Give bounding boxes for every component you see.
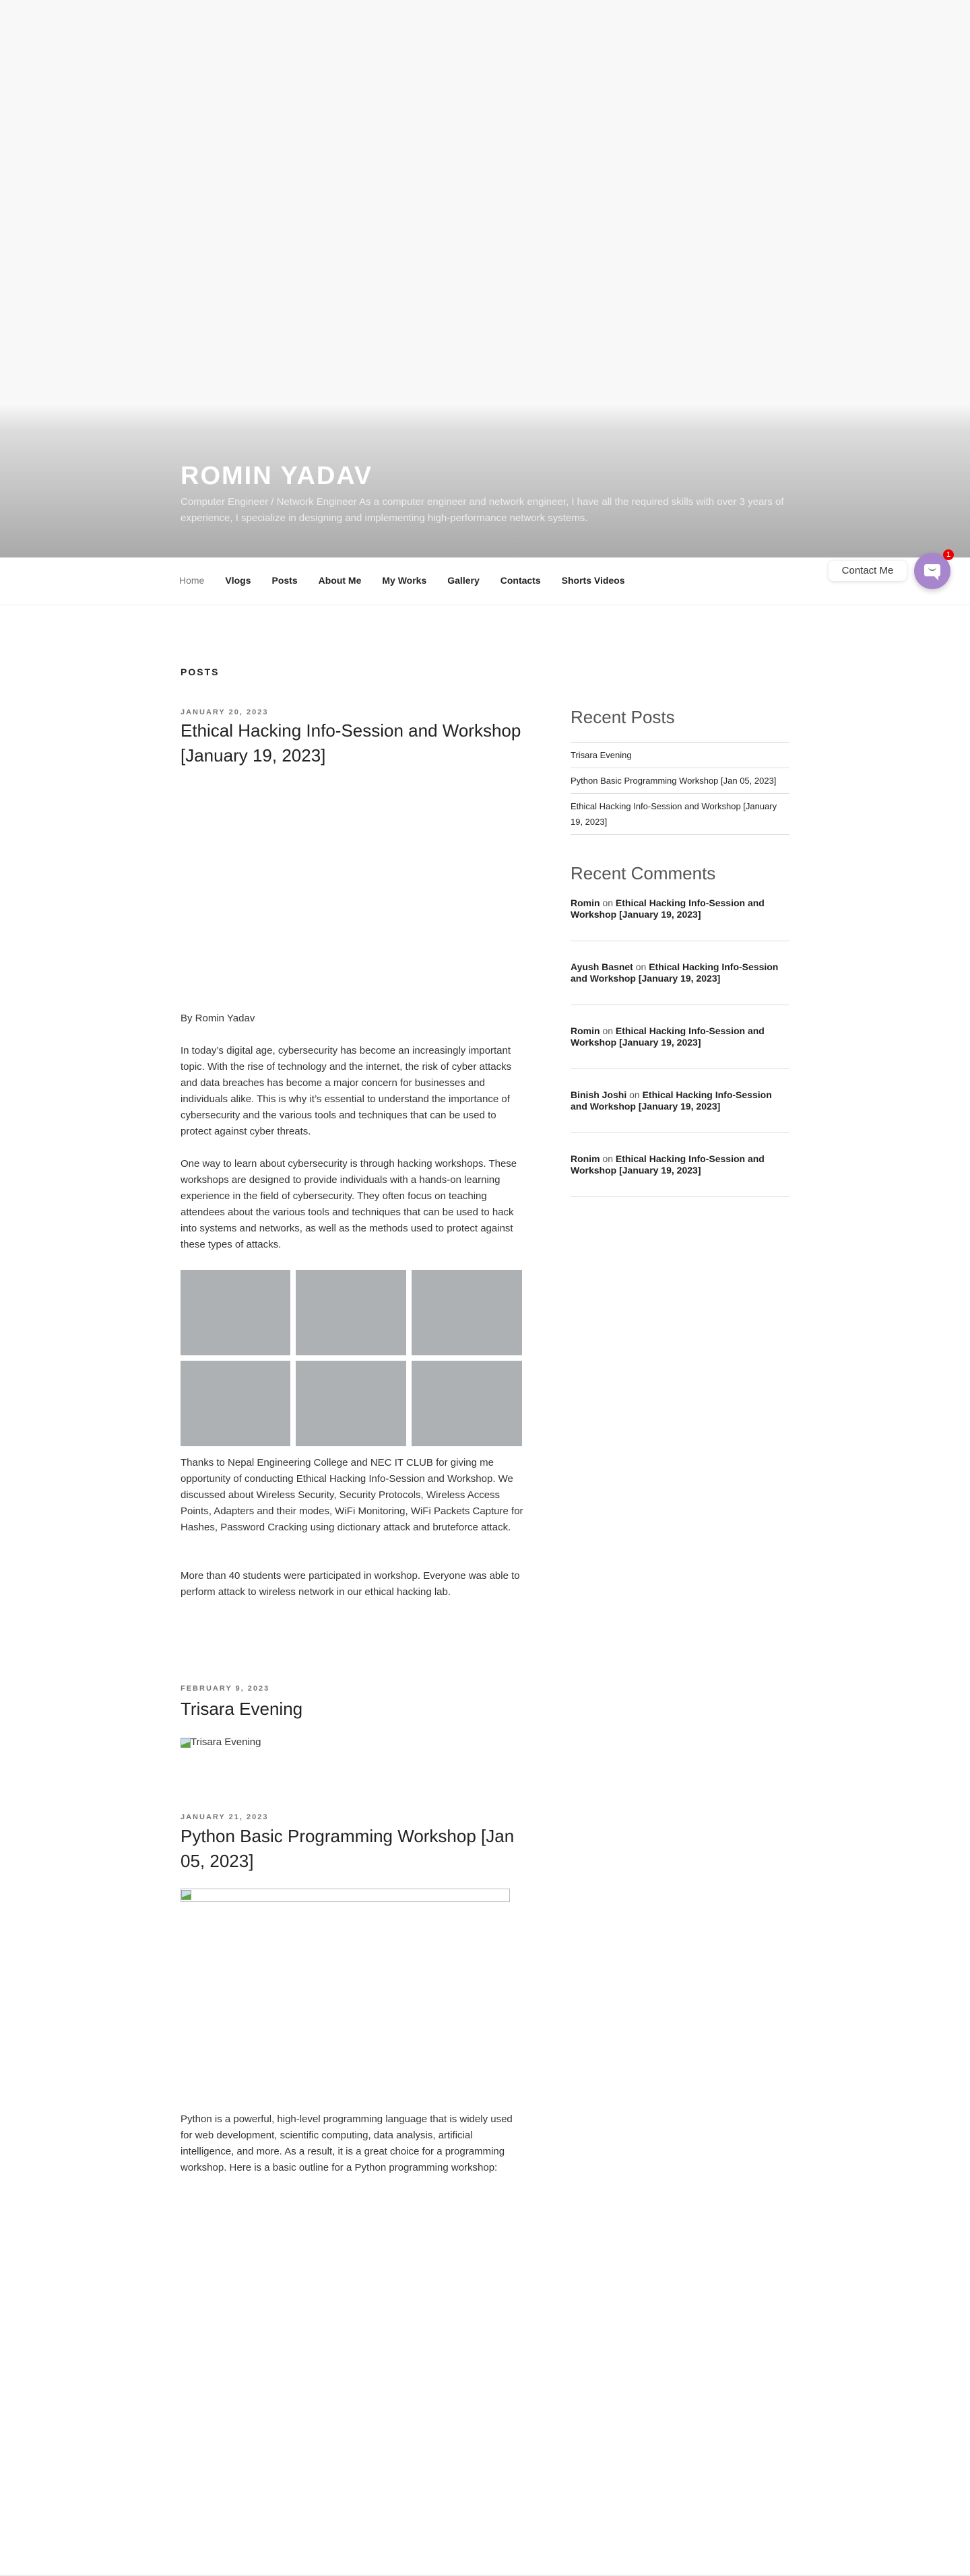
post-date[interactable]: JANUARY 21, 2023 <box>181 1813 268 1821</box>
broken-image <box>181 1889 510 1902</box>
on-text: on <box>602 1025 614 1036</box>
contact-me-label[interactable]: Contact Me <box>829 561 907 581</box>
comment-author[interactable]: Romin <box>571 897 600 908</box>
on-text: on <box>635 961 647 972</box>
post-date[interactable]: JANUARY 20, 2023 <box>181 708 268 716</box>
site-description: Computer Engineer / Network Engineer As … <box>181 496 784 524</box>
post-byline: By Romin Yadav <box>181 1013 255 1024</box>
comment-item: Romin on Ethical Hacking Info-Session an… <box>571 897 789 941</box>
comment-item: Binish Joshi on Ethical Hacking Info-Ses… <box>571 1089 789 1133</box>
gallery-image[interactable] <box>181 1361 290 1446</box>
comment-item: Ayush Basnet on Ethical Hacking Info-Ses… <box>571 961 789 1005</box>
recent-comments-title: Recent Comments <box>571 863 716 883</box>
recent-post-link[interactable]: Trisara Evening <box>571 742 789 768</box>
gallery-image[interactable] <box>412 1361 522 1446</box>
gallery-image[interactable] <box>412 1270 522 1355</box>
nav-contacts[interactable]: Contacts <box>500 575 541 586</box>
image-alt-text: Trisara Evening <box>191 1736 261 1748</box>
comment-post-link[interactable]: Ethical Hacking Info-Session and Worksho… <box>571 897 765 920</box>
post-paragraph: One way to learn about cybersecurity is … <box>181 1158 517 1250</box>
comment-post-link[interactable]: Ethical Hacking Info-Session and Worksho… <box>571 1153 765 1176</box>
broken-image-icon <box>181 1737 191 1748</box>
on-text: on <box>602 1153 614 1164</box>
post-date[interactable]: FEBRUARY 9, 2023 <box>181 1685 269 1693</box>
nav-posts[interactable]: Posts <box>271 575 297 586</box>
nav-gallery[interactable]: Gallery <box>447 575 479 586</box>
comment-post-link[interactable]: Ethical Hacking Info-Session and Worksho… <box>571 1025 765 1048</box>
header-hero: ROMIN YADAV Computer Engineer / Network … <box>0 0 970 557</box>
recent-comments-list: Romin on Ethical Hacking Info-Session an… <box>571 897 789 1197</box>
on-text: on <box>629 1089 640 1100</box>
post-title[interactable]: Python Basic Programming Workshop [Jan 0… <box>181 1824 531 1874</box>
post-title[interactable]: Ethical Hacking Info-Session and Worksho… <box>181 718 531 768</box>
recent-posts-title: Recent Posts <box>571 707 675 727</box>
recent-post-link[interactable]: Python Basic Programming Workshop [Jan 0… <box>571 768 789 793</box>
nav-about-me[interactable]: About Me <box>319 575 362 586</box>
post-title[interactable]: Trisara Evening <box>181 1697 531 1722</box>
gallery-image[interactable] <box>296 1270 406 1355</box>
comment-item: Ronim on Ethical Hacking Info-Session an… <box>571 1153 789 1197</box>
comment-author[interactable]: Ronim <box>571 1153 600 1164</box>
sidebar: Recent Posts Trisara Evening Python Basi… <box>571 707 789 1217</box>
recent-posts-list: Trisara Evening Python Basic Programming… <box>571 742 789 835</box>
nav-vlogs[interactable]: Vlogs <box>225 575 251 586</box>
post-paragraph: Python is a powerful, high-level program… <box>181 2113 513 2173</box>
comment-author[interactable]: Romin <box>571 1025 600 1036</box>
broken-image-icon <box>181 1890 191 1901</box>
nav-shorts-videos[interactable]: Shorts Videos <box>562 575 625 586</box>
site-title[interactable]: ROMIN YADAV <box>181 462 373 491</box>
on-text: on <box>602 897 614 908</box>
comment-item: Romin on Ethical Hacking Info-Session an… <box>571 1025 789 1069</box>
main-nav: Home Vlogs Posts About Me My Works Galle… <box>0 557 970 605</box>
comment-author[interactable]: Binish Joshi <box>571 1089 626 1100</box>
post-paragraph: Thanks to Nepal Engineering College and … <box>181 1457 523 1533</box>
gallery-image[interactable] <box>296 1361 406 1446</box>
post-paragraph: More than 40 students were participated … <box>181 1570 520 1598</box>
image-gallery <box>181 1270 523 1446</box>
post-paragraph: In today’s digital age, cybersecurity ha… <box>181 1045 512 1137</box>
broken-image: Trisara Evening <box>181 1736 261 1748</box>
comment-author[interactable]: Ayush Basnet <box>571 961 633 972</box>
gallery-image[interactable] <box>181 1270 290 1355</box>
notification-badge: 1 <box>943 549 954 560</box>
page-title: POSTS <box>181 667 220 677</box>
recent-post-link[interactable]: Ethical Hacking Info-Session and Worksho… <box>571 793 789 834</box>
nav-my-works[interactable]: My Works <box>382 575 426 586</box>
chat-bubble-icon <box>924 564 940 580</box>
nav-home[interactable]: Home <box>179 575 204 586</box>
